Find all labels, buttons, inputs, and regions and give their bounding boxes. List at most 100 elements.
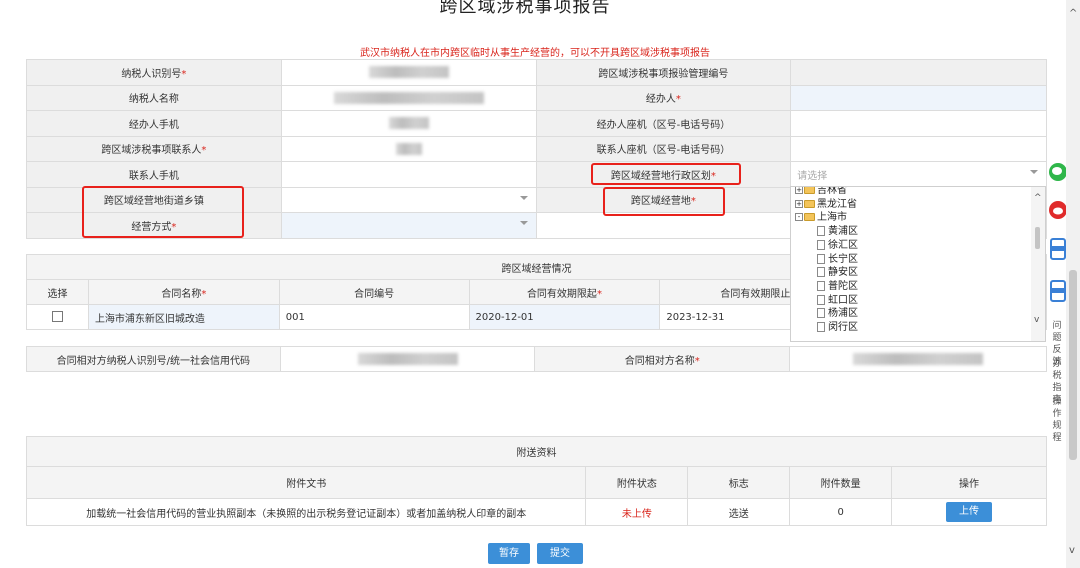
document-icon	[817, 322, 825, 332]
notice-text: 武汉市纳税人在市内跨区临时从事生产经营的，可以不开具跨区域涉税事项报告	[360, 48, 710, 59]
tree-item[interactable]: 长宁区	[817, 253, 858, 266]
dropdown-scrollbar[interactable]: ^ v	[1031, 187, 1045, 341]
tree-item[interactable]: 虹口区	[817, 294, 858, 307]
tree-item-label: 静安区	[828, 267, 858, 279]
folder-icon	[804, 199, 815, 208]
chevron-down-icon	[519, 195, 528, 200]
scroll-thumb[interactable]	[1035, 227, 1040, 249]
document-icon	[817, 253, 825, 264]
document-icon	[817, 294, 825, 305]
tree-item-label: 虹口区	[828, 294, 858, 306]
highlight-box	[603, 187, 725, 216]
highlight-box	[591, 163, 741, 185]
contact-mobile-input[interactable]	[280, 161, 537, 188]
scroll-down-icon[interactable]: v	[1069, 545, 1075, 556]
attachment-doc-cell: 加载统一社会信用代码的营业执照副本（未换照的出示税务登记证副本）或者加盖纳税人印…	[25, 498, 587, 526]
tree-item[interactable]: 黄浦区	[817, 225, 858, 238]
scroll-down-icon[interactable]: v	[1034, 315, 1039, 325]
region-tree-dropdown: + 吉林省 + 黑龙江省 - 上海市黄浦区 徐汇区长宁区静安区 普陀区虹口区杨浦区闵行区 ^ …	[790, 186, 1046, 342]
tree-item[interactable]: 静安区	[817, 266, 858, 279]
upload-cell: 上传	[891, 498, 1047, 526]
attachment-count-cell: 0	[789, 498, 893, 526]
admin-region-select[interactable]: 请选择	[790, 161, 1047, 188]
contact-label: 跨区域涉税事项联系人*	[26, 135, 282, 162]
col-start: 合同有效期限起*	[468, 279, 661, 305]
tree-item[interactable]: 普陀区	[817, 280, 858, 293]
col-select: 选择	[26, 279, 89, 305]
col-flag: 标志	[687, 466, 791, 499]
page-scrollbar[interactable]: ^ v	[1066, 0, 1080, 568]
counterparty-name-value	[789, 346, 1047, 372]
handler-mobile-label: 经办人手机	[26, 110, 282, 137]
page-title: 跨区域涉税事项报告	[439, 0, 611, 17]
scroll-up-icon[interactable]: ^	[1069, 8, 1077, 19]
upload-button[interactable]: 上传	[946, 502, 993, 522]
start-date-cell[interactable]: 2020-12-01	[468, 304, 661, 330]
procedure-link[interactable]: 操作规程	[1050, 396, 1064, 444]
report-mgmt-no-value	[790, 59, 1047, 86]
expand-toggle-icon[interactable]: -	[795, 213, 803, 222]
attachments-section-title: 附送资料	[26, 436, 1047, 467]
handler-mobile-value	[280, 110, 537, 137]
handler-landline-label: 经办人座机（区号-电话号码）	[535, 110, 792, 137]
tree-item-label: 普陀区	[828, 280, 858, 292]
row-checkbox-cell	[26, 304, 89, 330]
save-draft-button[interactable]: 暂存	[488, 543, 530, 564]
contract-name-cell[interactable]: 上海市浦东新区旧城改造	[87, 304, 280, 330]
chevron-down-icon	[519, 221, 528, 225]
tree-item[interactable]: + 黑龙江省	[795, 198, 857, 211]
col-contract-no: 合同编号	[278, 279, 470, 305]
empty-cell	[535, 212, 792, 239]
scroll-up-icon[interactable]: ^	[1034, 193, 1042, 203]
attachment-flag-cell: 选送	[687, 498, 791, 526]
tree-item-label: 闵行区	[828, 322, 858, 333]
table-row: 加载统一社会信用代码的营业执照副本（未换照的出示税务登记证副本）或者加盖纳税人印…	[25, 498, 1047, 526]
col-op: 操作	[891, 466, 1047, 499]
document-icon	[817, 267, 825, 278]
folder-icon	[804, 187, 815, 194]
taxpayer-id-label: 纳税人识别号*	[26, 59, 282, 86]
attachments-table: 附送资料 附件文书 附件状态 标志 附件数量 操作 加载统一社会信用代码的营业执…	[25, 436, 1047, 526]
handler-input[interactable]	[790, 84, 1047, 111]
handler-label: 经办人*	[535, 84, 792, 111]
contact-landline-input[interactable]	[790, 135, 1047, 162]
tree-item-label: 杨浦区	[828, 308, 858, 320]
chevron-down-icon	[1030, 170, 1038, 174]
counterparty-table: 合同相对方纳税人识别号/统一社会信用代码 合同相对方名称*	[26, 346, 1047, 372]
tree-item-label: 徐汇区	[828, 239, 858, 251]
tree-item[interactable]: 闵行区	[817, 321, 858, 334]
submit-button[interactable]: 提交	[537, 543, 583, 564]
street-select[interactable]	[280, 186, 537, 213]
tree-item-label: 吉林省	[817, 186, 847, 196]
tree-item-label: 黄浦区	[828, 226, 858, 238]
tree-item-label: 黑龙江省	[817, 198, 857, 210]
tree-item[interactable]: 杨浦区	[817, 307, 858, 320]
expand-toggle-icon[interactable]: +	[795, 199, 803, 208]
row-checkbox[interactable]	[51, 311, 63, 323]
handler-landline-input[interactable]	[790, 110, 1047, 137]
contract-no-cell[interactable]: 001	[278, 304, 470, 330]
tree-item[interactable]: 徐汇区	[817, 239, 858, 252]
scroll-thumb[interactable]	[1069, 270, 1077, 460]
contact-landline-label: 联系人座机（区号-电话号码）	[535, 135, 792, 162]
tree-item[interactable]: - 上海市	[795, 211, 847, 224]
col-status: 附件状态	[585, 466, 689, 499]
tree-item-label: 长宁区	[828, 253, 858, 265]
tree-item[interactable]: + 吉林省	[795, 186, 847, 197]
document-icon	[817, 239, 825, 250]
mode-select[interactable]	[280, 212, 537, 239]
taxpayer-id-value	[280, 59, 537, 86]
counterparty-name-label: 合同相对方名称*	[534, 346, 791, 372]
document-icon	[817, 280, 825, 291]
report-mgmt-no-label: 跨区域涉税事项报验管理编号	[535, 59, 792, 86]
counterparty-id-label: 合同相对方纳税人识别号/统一社会信用代码	[26, 346, 281, 372]
folder-icon	[804, 213, 815, 222]
expand-toggle-icon[interactable]: +	[795, 187, 803, 194]
col-count: 附件数量	[789, 466, 893, 499]
col-doc: 附件文书	[25, 466, 587, 499]
col-contract-name: 合同名称*	[87, 279, 280, 305]
highlight-box	[82, 186, 244, 238]
contact-value	[280, 135, 537, 162]
tree-item-label: 上海市	[817, 212, 847, 224]
counterparty-id-value	[279, 346, 536, 372]
